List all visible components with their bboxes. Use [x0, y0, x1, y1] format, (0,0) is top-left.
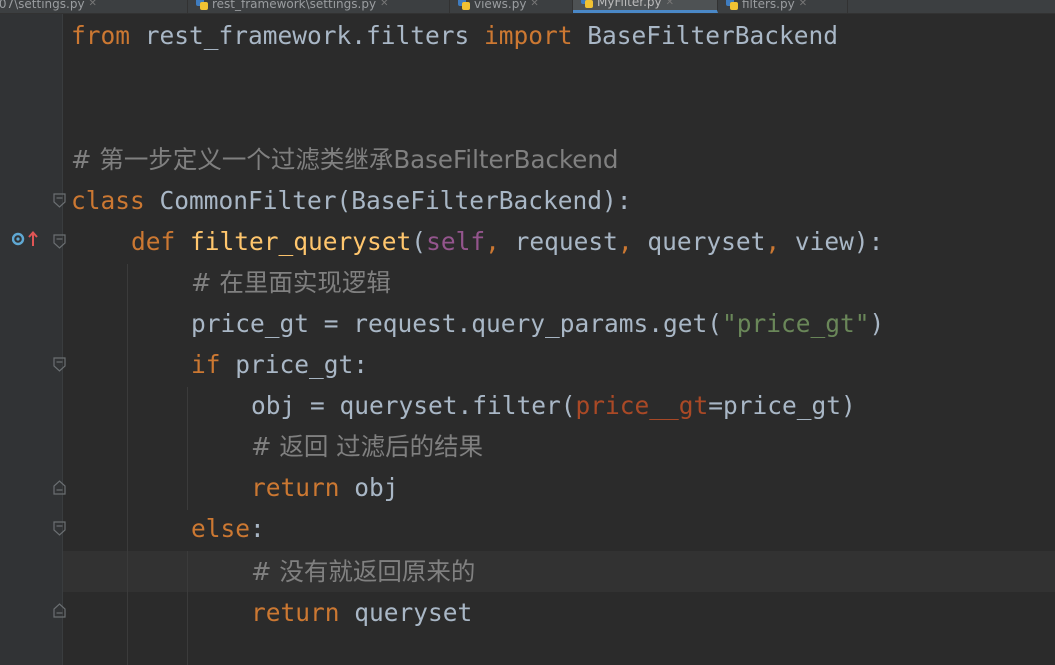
python-file-icon [458, 0, 470, 10]
close-icon[interactable]: ✕ [530, 0, 538, 9]
code-line-8[interactable]: price_gt = request.query_params.get("pri… [191, 303, 884, 344]
code-line-5[interactable]: class CommonFilter(BaseFilterBackend): [71, 180, 632, 221]
arrow-up-icon [28, 231, 38, 246]
import-name: BaseFilterBackend [572, 21, 839, 50]
indent-guide [127, 264, 128, 665]
keyword: from [71, 21, 131, 50]
keyword-argument: price__gt [575, 391, 709, 420]
keyword: return [251, 473, 340, 502]
code-line-11[interactable]: # 返回 过滤后的结果 [251, 426, 483, 467]
tab-settings-rest[interactable]: rest_framework\settings.py ✕ [188, 0, 450, 13]
indent-guide [187, 387, 188, 510]
code-line-7[interactable]: # 在里面实现逻辑 [191, 262, 391, 303]
tab-label: views.py [474, 0, 527, 11]
tab-label: MyFilter.py [597, 0, 662, 9]
tab-filters[interactable]: filters.py ✕ [718, 0, 848, 13]
python-file-icon [581, 0, 593, 8]
code-line-12[interactable]: return obj [251, 467, 399, 508]
string-literal: "price_gt" [722, 309, 870, 338]
ide-window: drf_day07\settings.py ✕ rest_framework\s… [0, 0, 1055, 665]
keyword: class [71, 186, 145, 215]
close-icon[interactable]: ✕ [799, 0, 807, 9]
code-line-13[interactable]: else: [191, 508, 265, 549]
tab-label: drf_day07\settings.py [0, 0, 85, 11]
editor-gutter[interactable] [0, 14, 62, 665]
class-declaration: CommonFilter(BaseFilterBackend): [144, 186, 632, 215]
keyword: return [251, 598, 340, 627]
keyword: else [191, 514, 251, 543]
caret-row-highlight [63, 551, 1055, 592]
keyword: def [131, 227, 176, 256]
editor-tab-bar: drf_day07\settings.py ✕ rest_framework\s… [0, 0, 1055, 14]
code-line-4[interactable]: # 第一步定义一个过滤类继承BaseFilterBackend [71, 139, 618, 180]
tab-settings-drf[interactable]: drf_day07\settings.py ✕ [0, 0, 188, 13]
code-line-6[interactable]: def filter_queryset(self, request, query… [131, 221, 883, 262]
code-line-10[interactable]: obj = queryset.filter(price__gt=price_gt… [251, 385, 856, 426]
overrides-method-marker[interactable] [12, 231, 38, 247]
keyword: if [191, 350, 221, 379]
code-editor[interactable]: from rest_framework.filters import BaseF… [63, 14, 1055, 665]
tab-myfilter[interactable]: MyFilter.py ✕ [573, 0, 718, 13]
keyword: import [484, 21, 573, 50]
self-param: self [426, 227, 486, 256]
tab-label: filters.py [742, 0, 795, 11]
indent-guide [187, 551, 188, 665]
tab-views[interactable]: views.py ✕ [450, 0, 573, 13]
code-line-1[interactable]: from rest_framework.filters import BaseF… [71, 15, 838, 56]
python-file-icon [726, 0, 738, 10]
code-line-9[interactable]: if price_gt: [191, 344, 368, 385]
code-line-14[interactable]: # 没有就返回原来的 [251, 551, 475, 592]
function-name: filter_queryset [190, 227, 412, 256]
module-name: rest_framework.filters [130, 21, 485, 50]
close-icon[interactable]: ✕ [89, 0, 97, 9]
code-line-15[interactable]: return queryset [251, 592, 472, 633]
overrides-method-icon [12, 232, 25, 246]
tab-label: rest_framework\settings.py [212, 0, 377, 11]
python-file-icon [196, 0, 208, 10]
close-icon[interactable]: ✕ [380, 0, 388, 9]
close-icon[interactable]: ✕ [666, 0, 674, 8]
